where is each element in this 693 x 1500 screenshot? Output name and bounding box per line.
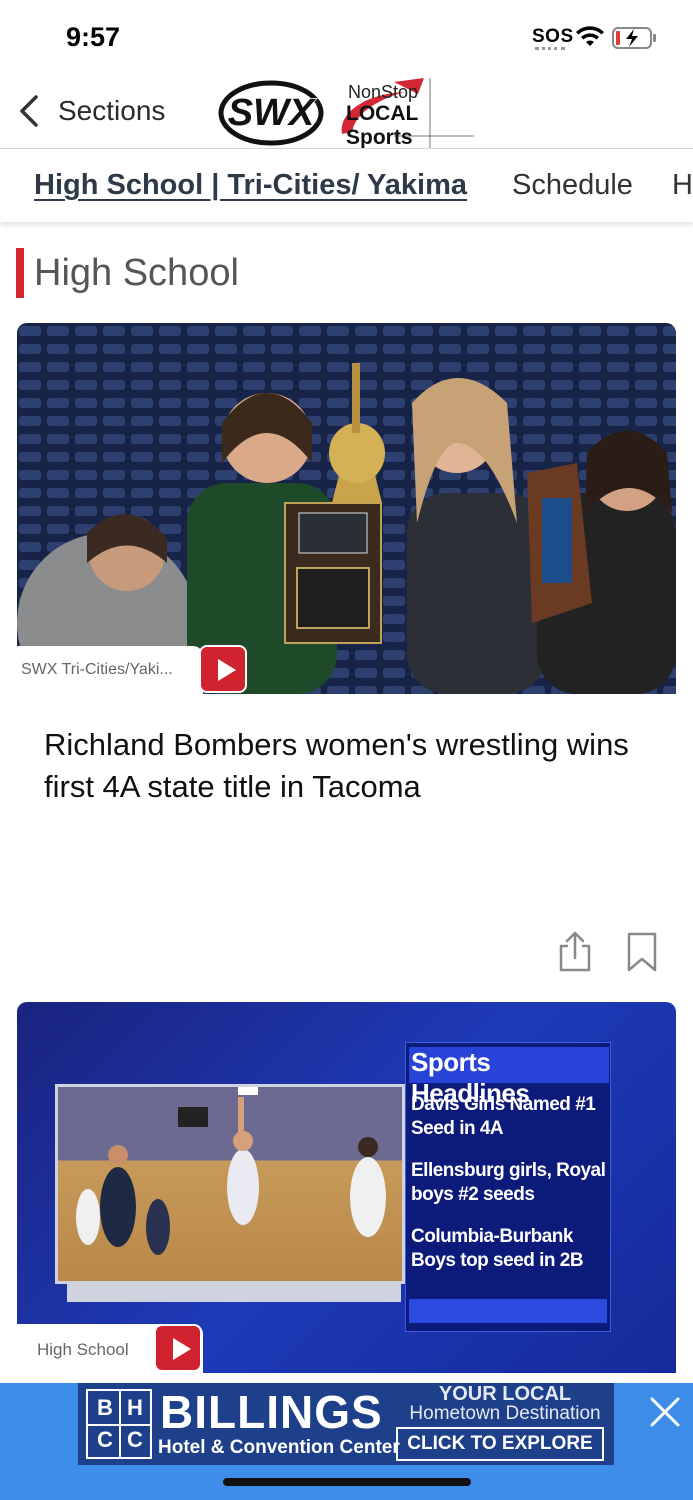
tab-high-school-tri-cities-yakima[interactable]: High School | Tri-Cities/ Yakima bbox=[34, 169, 467, 202]
section-title: High School bbox=[34, 252, 239, 294]
headline-item: Davis Girls Named #1 Seed in 4A bbox=[411, 1094, 596, 1139]
back-label: Sections bbox=[58, 95, 166, 126]
headlines-footer-bar bbox=[409, 1299, 607, 1323]
app-header: Sections SWX NonStop LOCAL Sports bbox=[0, 72, 693, 149]
tab-next-partial[interactable]: H bbox=[672, 169, 693, 202]
logo-nonstop-text: NonStop bbox=[348, 82, 419, 102]
source-tag-text: High School bbox=[37, 1340, 129, 1359]
play-video-button[interactable] bbox=[199, 645, 247, 693]
share-icon[interactable] bbox=[556, 930, 594, 972]
swx-logo[interactable]: SWX bbox=[216, 78, 326, 148]
ad-subtitle: Hotel & Convention Center bbox=[158, 1437, 400, 1458]
ad-brand-name: BILLINGS bbox=[160, 1386, 383, 1438]
wrestling-photo bbox=[17, 323, 676, 694]
battery-icon bbox=[612, 27, 656, 49]
headlines-title: Sports Headlines bbox=[409, 1047, 609, 1108]
logo-letter: C bbox=[97, 1427, 113, 1452]
article-source-tag: SWX Tri-Cities/Yaki... bbox=[17, 646, 203, 694]
logo-letter: C bbox=[127, 1427, 143, 1452]
ad-tagline: Hometown Destination bbox=[409, 1403, 601, 1424]
article-image-wrestling[interactable] bbox=[17, 323, 676, 694]
logo-local-sports-text: LOCAL Sports bbox=[346, 102, 418, 149]
signal-dots bbox=[535, 47, 565, 50]
chevron-left-icon bbox=[20, 95, 38, 127]
logo-letter: B bbox=[97, 1395, 113, 1420]
basketball-players-graphic bbox=[76, 1087, 386, 1255]
ad-click-to-explore-button[interactable]: CLICK TO EXPLORE bbox=[396, 1427, 604, 1461]
home-indicator[interactable] bbox=[223, 1478, 471, 1486]
status-bar: 9:57 SOS bbox=[0, 0, 693, 72]
logo-letter: H bbox=[127, 1395, 143, 1420]
headline-item: Columbia-Burbank Boys top seed in 2B bbox=[411, 1226, 584, 1271]
status-time: 9:57 bbox=[66, 22, 121, 52]
wifi-icon bbox=[576, 26, 604, 46]
section-accent-bar bbox=[16, 248, 24, 298]
sections-back-button[interactable]: Sections bbox=[18, 92, 165, 130]
app-screen: 9:57 SOS Sections SWX NonStop LOCAL Spor… bbox=[0, 0, 693, 1500]
nonstop-local-sports-logo[interactable]: NonStop LOCAL Sports bbox=[334, 74, 488, 149]
graphic-lower-bar bbox=[67, 1284, 401, 1302]
headline-item: Ellensburg girls, Royal boys #2 seeds bbox=[411, 1160, 606, 1205]
category-tabs: High School | Tri-Cities/ Yakima Schedul… bbox=[0, 148, 693, 222]
basketball-court-graphic bbox=[55, 1084, 405, 1284]
ad-content[interactable]: B H C C BILLINGS Hotel & Convention Cent… bbox=[78, 1383, 614, 1465]
play-video-button[interactable] bbox=[154, 1324, 202, 1372]
close-icon[interactable] bbox=[646, 1393, 684, 1431]
svg-text:SWX: SWX bbox=[228, 92, 317, 134]
article-headline[interactable]: Richland Bombers women's wrestling wins … bbox=[44, 724, 644, 808]
sports-headlines-panel: Sports Headlines Davis Girls Named #1 Se… bbox=[405, 1042, 611, 1332]
sos-indicator: SOS bbox=[532, 26, 574, 47]
bookmark-icon[interactable] bbox=[626, 932, 658, 972]
tab-schedule[interactable]: Schedule bbox=[512, 169, 633, 202]
source-tag-text: SWX Tri-Cities/Yaki... bbox=[21, 661, 173, 678]
bhcc-logo: B H C C bbox=[86, 1389, 152, 1459]
article-image-sports-headlines[interactable]: Sports Headlines Davis Girls Named #1 Se… bbox=[17, 1002, 676, 1373]
